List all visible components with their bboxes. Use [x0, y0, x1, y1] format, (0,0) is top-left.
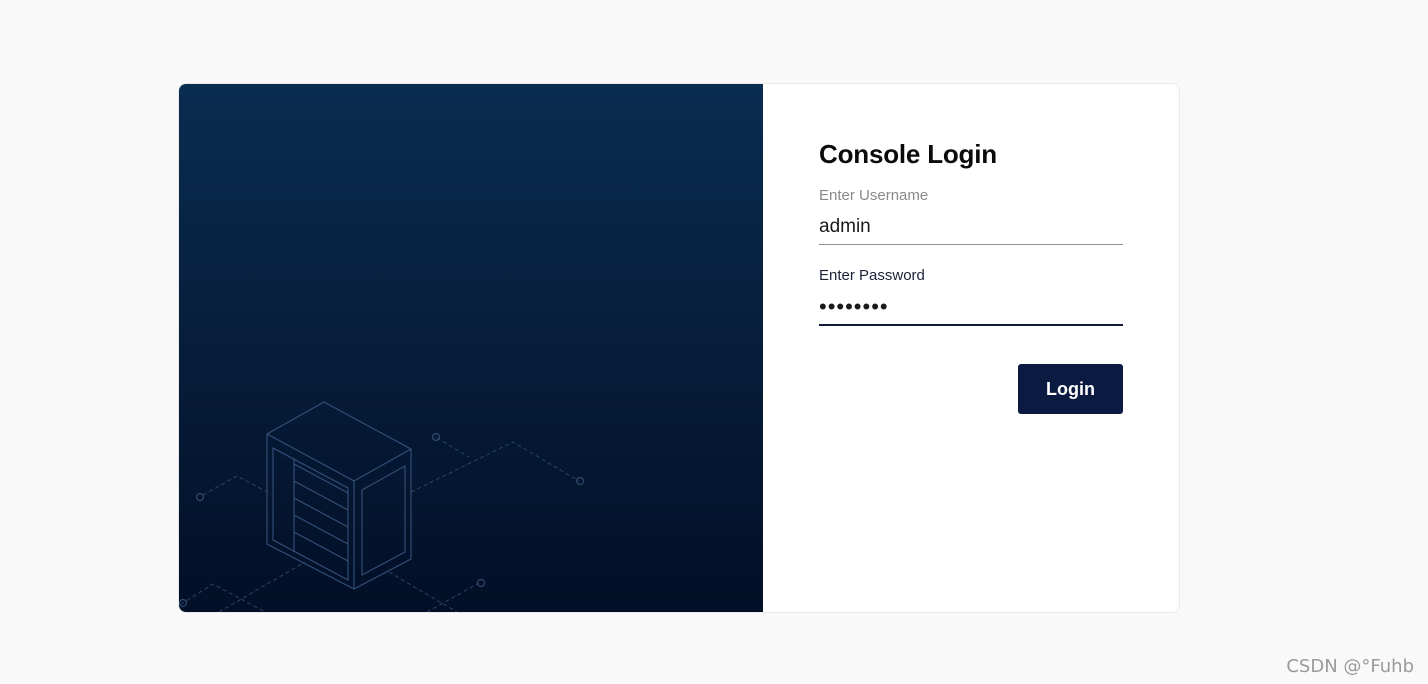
server-rack-illustration-icon — [179, 401, 585, 612]
password-underline — [819, 324, 1123, 326]
password-label: Enter Password — [819, 267, 925, 284]
username-input[interactable] — [819, 211, 1123, 243]
login-form-panel: Console Login Enter Username Enter Passw… — [763, 84, 1179, 612]
hero-panel — [179, 84, 763, 612]
password-input[interactable] — [819, 291, 1123, 323]
page-title: Console Login — [819, 139, 997, 169]
watermark: CSDN @°Fuhb — [1286, 656, 1414, 677]
username-underline — [819, 244, 1123, 245]
login-card: Console Login Enter Username Enter Passw… — [178, 83, 1180, 613]
username-label: Enter Username — [819, 187, 929, 204]
login-button[interactable]: Login — [1018, 364, 1123, 414]
